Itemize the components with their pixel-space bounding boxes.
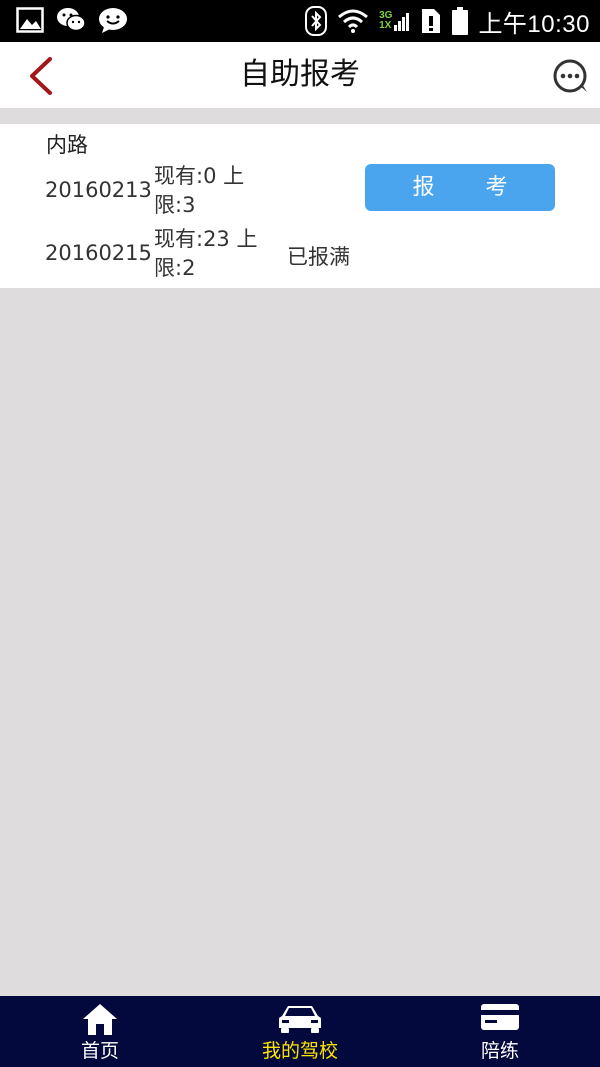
- signal-icon: [394, 13, 410, 31]
- card-icon: [481, 1004, 519, 1030]
- bottom-nav: 首页 我的驾校 陪练: [0, 996, 600, 1067]
- sim-alert-icon: [422, 9, 441, 33]
- slot-quota: 现有:0 上限:3: [154, 164, 245, 217]
- slot-date: 20160215: [45, 241, 152, 265]
- system-icons: 3G 1X 上午10:30: [305, 0, 590, 42]
- nav-label: 首页: [80, 1040, 119, 1062]
- bluetooth-icon: [305, 6, 328, 36]
- section-title: 内路: [46, 133, 88, 157]
- gallery-icon: [16, 7, 44, 33]
- slot-quota: 现有:23 上限:2: [154, 227, 258, 280]
- apply-exam-button[interactable]: 报 考: [365, 164, 555, 211]
- battery-icon: [452, 7, 469, 35]
- clock: 上午10:30: [478, 10, 590, 38]
- message-button[interactable]: [552, 58, 590, 96]
- home-icon: [83, 1004, 117, 1035]
- car-icon: [279, 1006, 321, 1033]
- nav-label: 陪练: [480, 1040, 519, 1062]
- slot-date: 20160213: [45, 178, 152, 202]
- status-bar: 3G 1X 上午10:30: [0, 0, 600, 42]
- nav-label: 我的驾校: [261, 1040, 338, 1062]
- exam-slot-list: 内路 20160213 现有:0 上限:3 报 考 20160215 现有:23…: [0, 124, 600, 288]
- header-divider: [0, 108, 600, 124]
- notification-icons: [16, 7, 128, 33]
- slot-status: 已报满: [287, 245, 350, 269]
- chat-smile-icon: [99, 8, 127, 33]
- message-bubble-icon: [553, 59, 587, 93]
- nav-item-home[interactable]: 首页: [0, 996, 200, 1067]
- network-type-bottom: 1X: [379, 20, 392, 31]
- nav-item-my-school[interactable]: 我的驾校: [200, 996, 400, 1067]
- list-item: 20160215 现有:23 上限:2 已报满: [0, 225, 600, 285]
- nav-item-practice[interactable]: 陪练: [400, 996, 600, 1067]
- wechat-icon: [57, 8, 86, 32]
- page-title: 自助报考: [240, 57, 360, 92]
- wifi-icon: [338, 9, 369, 33]
- title-bar: 自助报考: [0, 42, 600, 108]
- network-indicator: 3G 1X: [379, 11, 410, 31]
